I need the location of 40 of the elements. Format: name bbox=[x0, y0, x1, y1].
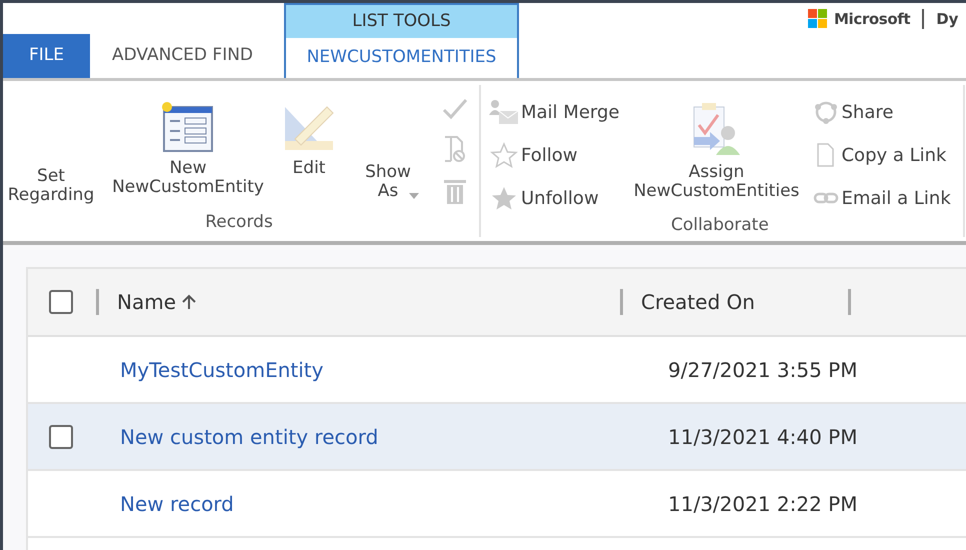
grid-row[interactable]: New custom entity record 11/3/2021 4:40 PM bbox=[28, 404, 966, 471]
four-squares-logo-icon bbox=[808, 9, 828, 30]
ribbon-button[interactable]: Follow bbox=[489, 140, 620, 170]
select-all-checkbox[interactable] bbox=[49, 290, 73, 314]
record-link[interactable]: MyTestCustomEntity bbox=[120, 354, 668, 384]
share-icon bbox=[813, 99, 840, 125]
star-outline-icon bbox=[489, 142, 519, 168]
table-cell-text: 11/3/2021 4:40 PM bbox=[668, 424, 858, 450]
product-name: Dy bbox=[936, 9, 958, 30]
sort-up-arrow-icon bbox=[182, 294, 196, 310]
brand-name: Microsoft bbox=[834, 9, 910, 30]
table-cell-text: 11/3/2021 2:22 PM bbox=[668, 490, 858, 518]
document-blocked-icon bbox=[442, 135, 468, 163]
ribbon-button[interactable]: Share bbox=[813, 97, 951, 127]
show-as-menu-button[interactable]: Show As bbox=[357, 85, 419, 210]
ribbon-group-label: Collaborate bbox=[670, 214, 770, 237]
ribbon-button[interactable]: Unfollow bbox=[489, 183, 620, 213]
check-icon bbox=[442, 97, 468, 121]
ribbon-button[interactable]: Set Regarding bbox=[3, 85, 99, 210]
context-tab-group: LIST TOOLS bbox=[286, 5, 518, 38]
record-link[interactable]: New record bbox=[120, 488, 668, 518]
link-icon bbox=[813, 190, 840, 206]
caret-icon bbox=[409, 193, 419, 199]
record-link[interactable]: New custom entity record bbox=[120, 422, 668, 452]
ribbon-button[interactable]: Assign NewCustomEntities bbox=[631, 163, 802, 201]
column-header[interactable]: Created On bbox=[641, 287, 755, 317]
ribbon-tab[interactable]: FILE bbox=[3, 34, 90, 78]
ribbon-button[interactable]: Email a Link bbox=[813, 183, 951, 213]
ribbon-button[interactable]: Copy a Link bbox=[813, 140, 951, 170]
mail-person-icon bbox=[489, 99, 519, 125]
column-header[interactable]: Name bbox=[117, 287, 196, 317]
ribbon-button[interactable]: Mail Merge bbox=[489, 97, 620, 127]
form-icon bbox=[160, 101, 216, 153]
ribbon-group-label: Records bbox=[204, 210, 274, 234]
trash-icon bbox=[442, 177, 468, 205]
ribbon-tab[interactable]: ADVANCED FIND bbox=[90, 34, 276, 78]
table-cell-text: 9/27/2021 3:55 PM bbox=[668, 356, 858, 384]
ribbon-button[interactable]: New NewCustomEntity bbox=[103, 159, 273, 197]
ribbon-button[interactable]: Edit bbox=[292, 159, 326, 178]
row-checkbox[interactable] bbox=[49, 424, 73, 448]
